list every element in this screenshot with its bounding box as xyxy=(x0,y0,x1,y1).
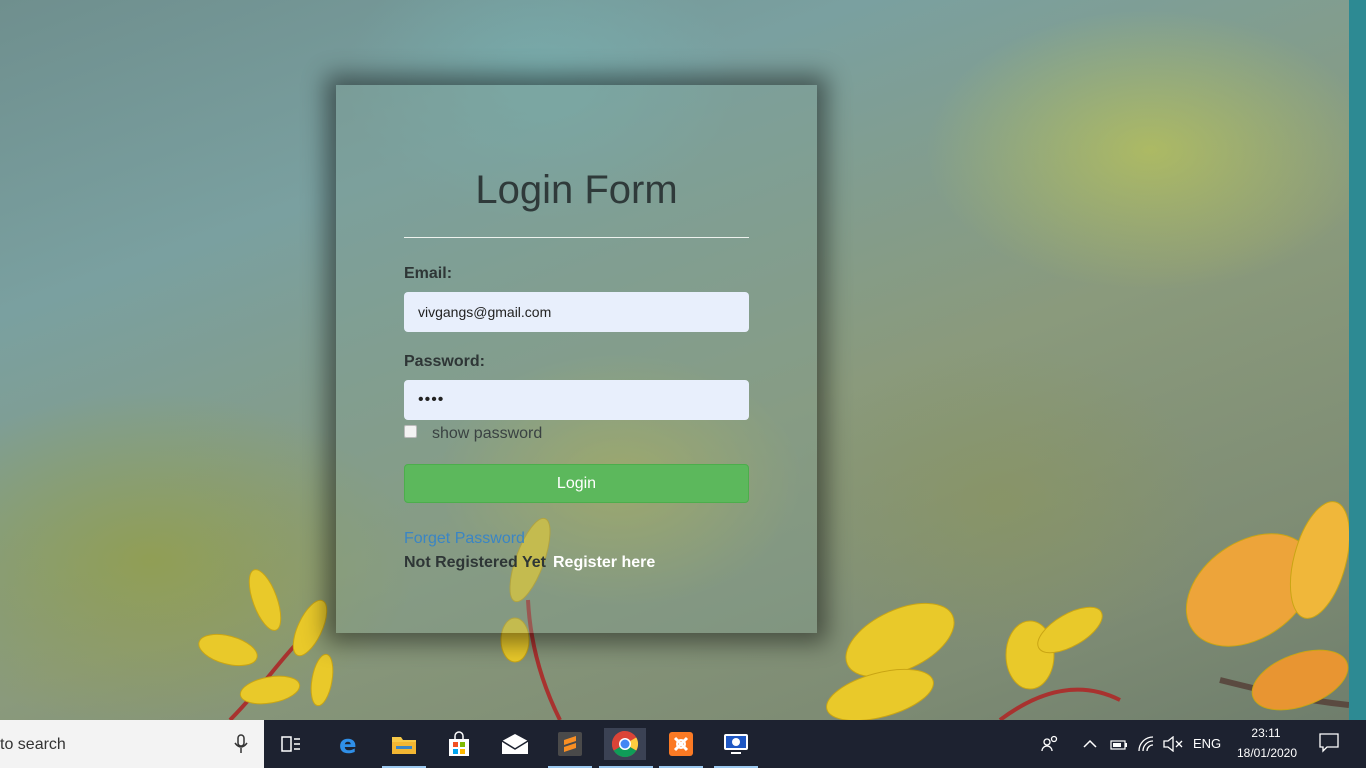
microphone-icon[interactable] xyxy=(233,734,249,754)
battery-icon[interactable] xyxy=(1110,738,1128,753)
form-title: Login Form xyxy=(475,168,678,212)
title-divider xyxy=(404,237,749,238)
wifi-icon[interactable] xyxy=(1138,736,1156,755)
volume-muted-icon[interactable] xyxy=(1163,735,1183,755)
login-button[interactable]: Login xyxy=(404,464,749,503)
password-field[interactable] xyxy=(404,380,749,420)
register-link[interactable]: Register here xyxy=(553,554,655,572)
email-label: Email: xyxy=(404,265,453,282)
edge-browser-icon[interactable]: e xyxy=(333,728,365,760)
password-label: Password: xyxy=(404,353,485,370)
action-center-icon[interactable] xyxy=(1319,733,1339,756)
sublime-text-icon[interactable] xyxy=(554,728,586,760)
show-password-checkbox[interactable] xyxy=(404,425,417,438)
window-edge-strip xyxy=(1349,0,1366,720)
not-registered-text: Not Registered Yet xyxy=(404,554,546,571)
show-password-label: show password xyxy=(432,425,543,442)
file-explorer-icon[interactable] xyxy=(388,728,420,760)
show-hidden-icons-chevron-icon[interactable] xyxy=(1083,737,1097,752)
email-field[interactable] xyxy=(404,292,749,332)
taskbar-search-text: to search xyxy=(0,736,66,753)
svg-text:e: e xyxy=(339,731,357,757)
forget-password-link[interactable]: Forget Password xyxy=(404,530,525,548)
clock-date[interactable]: 18/01/2020 xyxy=(1232,746,1302,760)
microsoft-store-icon[interactable] xyxy=(443,728,475,760)
task-view-icon[interactable] xyxy=(275,728,307,760)
language-indicator[interactable]: ENG xyxy=(1193,736,1221,751)
clock-time[interactable]: 23:11 xyxy=(1234,726,1298,740)
remote-desktop-icon[interactable] xyxy=(720,728,752,760)
people-icon[interactable] xyxy=(1041,734,1059,755)
chrome-icon[interactable] xyxy=(604,728,646,760)
xampp-icon[interactable] xyxy=(665,728,697,760)
mail-icon[interactable] xyxy=(499,728,531,760)
